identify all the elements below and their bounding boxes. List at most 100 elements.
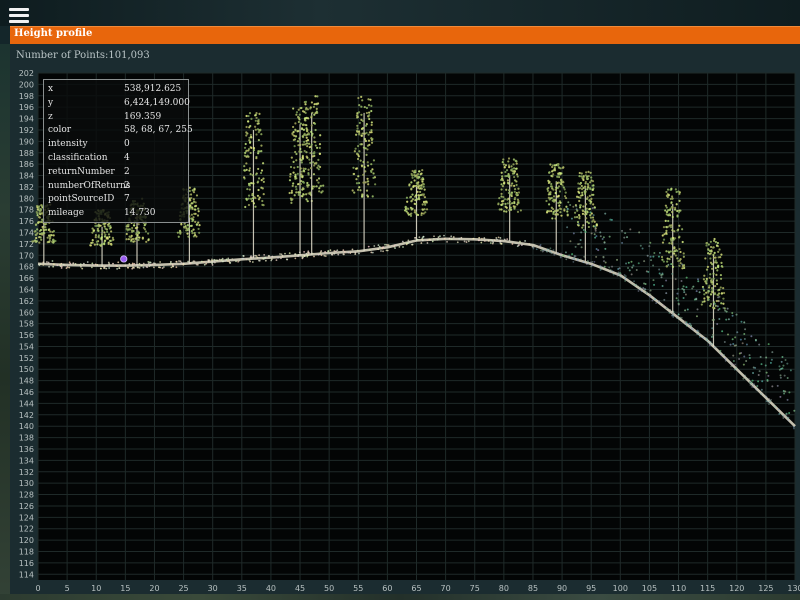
ground-point (541, 249, 544, 252)
tree-point (261, 199, 264, 203)
ground-point (373, 245, 376, 247)
tree-point (194, 208, 197, 211)
ground-point (405, 243, 408, 246)
tree-point (355, 182, 359, 185)
tree-point (354, 147, 357, 150)
tree-point (585, 207, 588, 210)
tree-point (510, 192, 513, 196)
slope-vegetation-point (729, 343, 732, 346)
slope-vegetation-point (580, 231, 583, 234)
slope-vegetation-point (734, 336, 737, 339)
ground-point (168, 263, 171, 266)
ground-point (225, 258, 228, 261)
tree-point (582, 205, 585, 208)
tree-point (421, 208, 425, 211)
tree-point (404, 206, 407, 209)
tree-point (37, 215, 41, 219)
tree-point (548, 171, 551, 174)
slope-vegetation-point (643, 282, 646, 285)
tree-point (353, 150, 356, 153)
tree-point (565, 205, 568, 208)
tree-point (410, 188, 413, 191)
slope-vegetation-point (710, 335, 713, 338)
tree-point (705, 279, 708, 282)
tree-point (562, 186, 565, 189)
tree-point (705, 282, 708, 285)
tree-point (365, 111, 369, 115)
tree-point (503, 210, 506, 213)
tree-point (291, 184, 294, 187)
tree-point (38, 241, 41, 244)
slope-vegetation-point (750, 381, 753, 384)
ground-point (105, 264, 107, 267)
tree-point (519, 209, 522, 212)
x-tick-label: 120 (729, 584, 744, 593)
tree-point (367, 98, 370, 101)
tree-point (316, 95, 319, 98)
ground-point (387, 244, 390, 246)
slope-vegetation-point (683, 291, 686, 294)
tree-point (673, 252, 676, 255)
tree-point (549, 185, 553, 188)
slope-vegetation-point (697, 280, 700, 283)
slope-vegetation-point (717, 300, 720, 303)
slope-vegetation-point (748, 357, 751, 360)
tree-point (563, 195, 567, 198)
tree-point (414, 170, 417, 173)
tree-point (585, 217, 588, 220)
tree-point (180, 223, 183, 226)
tree-point (103, 235, 107, 238)
tree-point (37, 221, 40, 225)
tree-point (714, 240, 717, 244)
y-tick-label: 166 (19, 274, 34, 283)
tree-point (411, 198, 414, 201)
ground-point (742, 377, 745, 380)
tree-point (125, 238, 128, 241)
slope-vegetation-point (690, 324, 693, 327)
tree-point (295, 111, 299, 114)
tree-point (366, 164, 370, 167)
ground-point (436, 238, 439, 241)
x-tick-label: 5 (65, 584, 70, 593)
tree-point (298, 150, 301, 153)
tree-point (673, 230, 676, 233)
tree-point (258, 196, 261, 199)
tree-point (660, 255, 664, 259)
slope-vegetation-point (682, 285, 685, 288)
tree-point (298, 113, 301, 116)
y-tick-label: 156 (19, 331, 34, 340)
ground-point (297, 255, 300, 258)
tree-point (176, 231, 179, 234)
ground-point (254, 254, 257, 257)
tree-point (315, 185, 318, 188)
tree-point (420, 213, 423, 217)
ground-point (539, 249, 542, 252)
slope-vegetation-point (779, 395, 782, 398)
tree-point (112, 238, 115, 241)
ground-point (611, 270, 614, 273)
tree-point (304, 134, 308, 137)
ground-point (735, 367, 738, 370)
tree-point (292, 138, 295, 142)
slope-vegetation-point (716, 305, 719, 308)
tree-point (579, 206, 582, 209)
ground-point (496, 238, 498, 241)
slope-vegetation-point (595, 248, 598, 251)
tree-point (361, 127, 365, 130)
tree-point (356, 153, 359, 156)
ground-point (119, 264, 122, 267)
slope-vegetation-point (609, 218, 612, 221)
slope-vegetation-point (566, 226, 569, 229)
tree-point (581, 212, 585, 215)
tree-point (52, 241, 55, 244)
tree-point (669, 237, 673, 240)
ground-point (329, 249, 332, 252)
tree-point (254, 114, 257, 117)
ground-point (591, 260, 594, 263)
tree-point (370, 109, 373, 113)
slope-vegetation-point (677, 288, 680, 291)
tree-point (513, 196, 517, 199)
tree-point (318, 187, 321, 190)
slope-vegetation-point (658, 268, 661, 271)
tree-point (103, 231, 106, 234)
